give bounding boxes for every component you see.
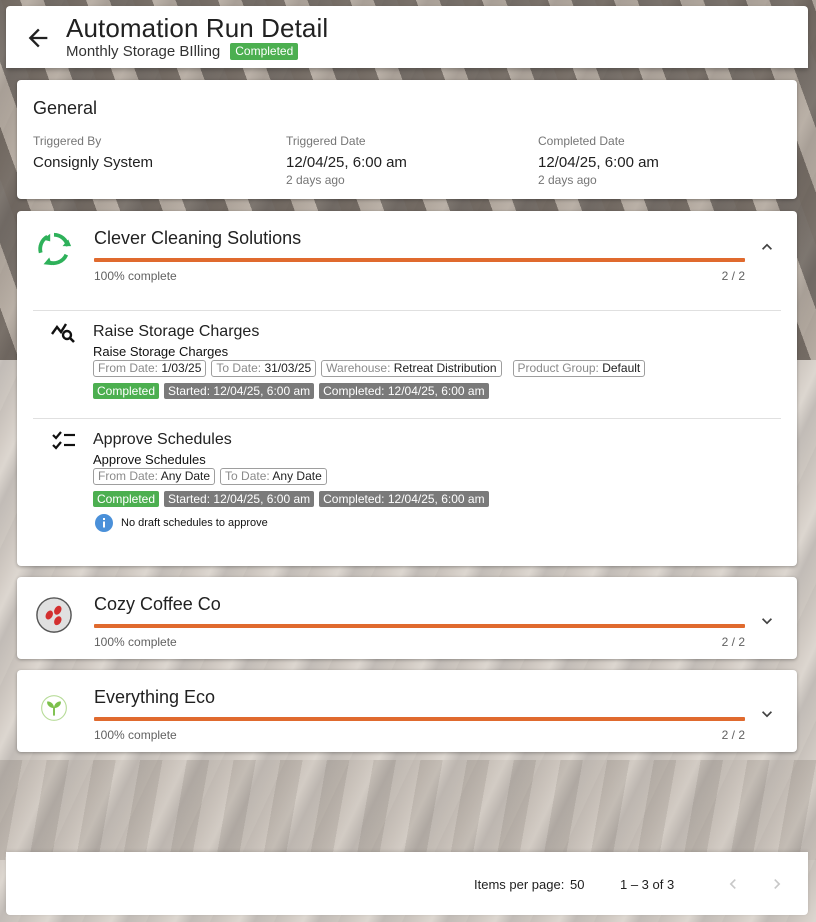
triggered-date-value: 12/04/25, 6:00 am — [286, 154, 407, 171]
customer-name: Everything Eco — [94, 687, 216, 707]
progress-bar — [94, 258, 745, 262]
param-chip-from-date: From Date: 1/03/25 — [93, 360, 207, 377]
task-completed-badge: Completed: 12/04/25, 6:00 am — [319, 491, 489, 507]
next-page-icon[interactable] — [767, 874, 787, 894]
subtitle-row: Monthly Storage BIlling Completed — [66, 43, 299, 60]
automation-name: Monthly Storage BIlling — [66, 43, 221, 60]
triggered-date-label: Triggered Date — [286, 134, 366, 148]
paginator: Items per page: 50 1 – 3 of 3 — [6, 852, 808, 915]
chevron-down-icon[interactable] — [757, 611, 777, 631]
checklist-icon — [52, 431, 75, 450]
triggered-by-label: Triggered By — [33, 134, 102, 148]
completed-date-value: 12/04/25, 6:00 am — [538, 154, 659, 171]
param-chip-product-group: Product Group: Default — [512, 360, 646, 377]
status-badge: Completed — [230, 43, 299, 60]
task-params: From Date: Any Date To Date: Any Date — [93, 468, 327, 485]
progress-bar — [94, 624, 745, 628]
task-subtitle: Raise Storage Charges — [93, 344, 229, 359]
customer-card-cozy-coffee[interactable]: Cozy Coffee Co 100% complete 2 / 2 — [17, 577, 797, 659]
task-status-badge: Completed — [93, 491, 160, 507]
page-title: Automation Run Detail — [66, 13, 329, 43]
param-chip-to-date: To Date: Any Date — [220, 468, 327, 485]
previous-page-icon[interactable] — [723, 874, 743, 894]
task-row-raise-storage-charges: Raise Storage Charges Raise Storage Char… — [33, 310, 781, 418]
task-count: 2 / 2 — [721, 269, 745, 283]
triggered-by-field: Triggered By Consignly System — [33, 134, 153, 171]
param-chip-from-date: From Date: Any Date — [93, 468, 216, 485]
info-text: No draft schedules to approve — [121, 517, 268, 529]
progress-text: 100% complete — [94, 728, 177, 742]
customer-card-clever-cleaning: Clever Cleaning Solutions 100% complete … — [17, 211, 797, 566]
task-row-approve-schedules: Approve Schedules Approve Schedules From… — [33, 418, 781, 548]
task-params: From Date: 1/03/25 To Date: 31/03/25 War… — [93, 360, 646, 377]
completed-date-label: Completed Date — [538, 134, 625, 148]
customer-name: Clever Cleaning Solutions — [94, 228, 302, 248]
chevron-up-icon[interactable] — [757, 237, 777, 257]
task-status-row: Completed Started: 12/04/25, 6:00 am Com… — [93, 383, 489, 399]
param-chip-to-date: To Date: 31/03/25 — [211, 360, 317, 377]
param-chip-warehouse: Warehouse: Retreat Distribution — [321, 360, 502, 377]
page-header: Automation Run Detail Monthly Storage BI… — [6, 6, 808, 68]
customer-name: Cozy Coffee Co — [94, 594, 221, 614]
progress-text: 100% complete — [94, 269, 177, 283]
task-count: 2 / 2 — [721, 635, 745, 649]
task-count: 2 / 2 — [721, 728, 745, 742]
task-completed-badge: Completed: 12/04/25, 6:00 am — [319, 383, 489, 399]
progress-text: 100% complete — [94, 635, 177, 649]
triggered-date-relative: 2 days ago — [286, 173, 345, 187]
task-status-badge: Completed — [93, 383, 160, 399]
task-started-badge: Started: 12/04/25, 6:00 am — [164, 383, 315, 399]
triggered-date-field: Triggered Date 12/04/25, 6:00 am 2 days … — [286, 134, 407, 187]
chart-search-icon — [51, 323, 75, 343]
background-image-lower — [0, 760, 816, 860]
triggered-by-value: Consignly System — [33, 154, 154, 171]
info-icon — [95, 514, 113, 532]
page-range: 1 – 3 of 3 — [620, 877, 675, 892]
task-subtitle: Approve Schedules — [93, 452, 206, 467]
general-card: General Triggered By Consignly System Tr… — [17, 80, 797, 199]
task-status-row: Completed Started: 12/04/25, 6:00 am Com… — [93, 491, 489, 507]
customer-card-everything-eco[interactable]: Everything Eco 100% complete 2 / 2 — [17, 670, 797, 752]
items-per-page-label: Items per page: — [474, 877, 565, 892]
task-title: Approve Schedules — [93, 431, 232, 448]
recycle-icon — [38, 232, 72, 266]
task-info-message: No draft schedules to approve — [95, 514, 268, 532]
back-arrow-icon[interactable] — [24, 24, 52, 52]
coffee-beans-icon — [36, 597, 72, 633]
chevron-down-icon[interactable] — [757, 704, 777, 724]
progress-bar — [94, 717, 745, 721]
general-title: General — [33, 98, 98, 118]
task-started-badge: Started: 12/04/25, 6:00 am — [164, 491, 315, 507]
completed-date-field: Completed Date 12/04/25, 6:00 am 2 days … — [538, 134, 659, 187]
sprout-icon — [41, 695, 67, 721]
completed-date-relative: 2 days ago — [538, 173, 597, 187]
items-per-page-select[interactable]: 50 — [570, 877, 584, 892]
task-title: Raise Storage Charges — [93, 323, 260, 340]
